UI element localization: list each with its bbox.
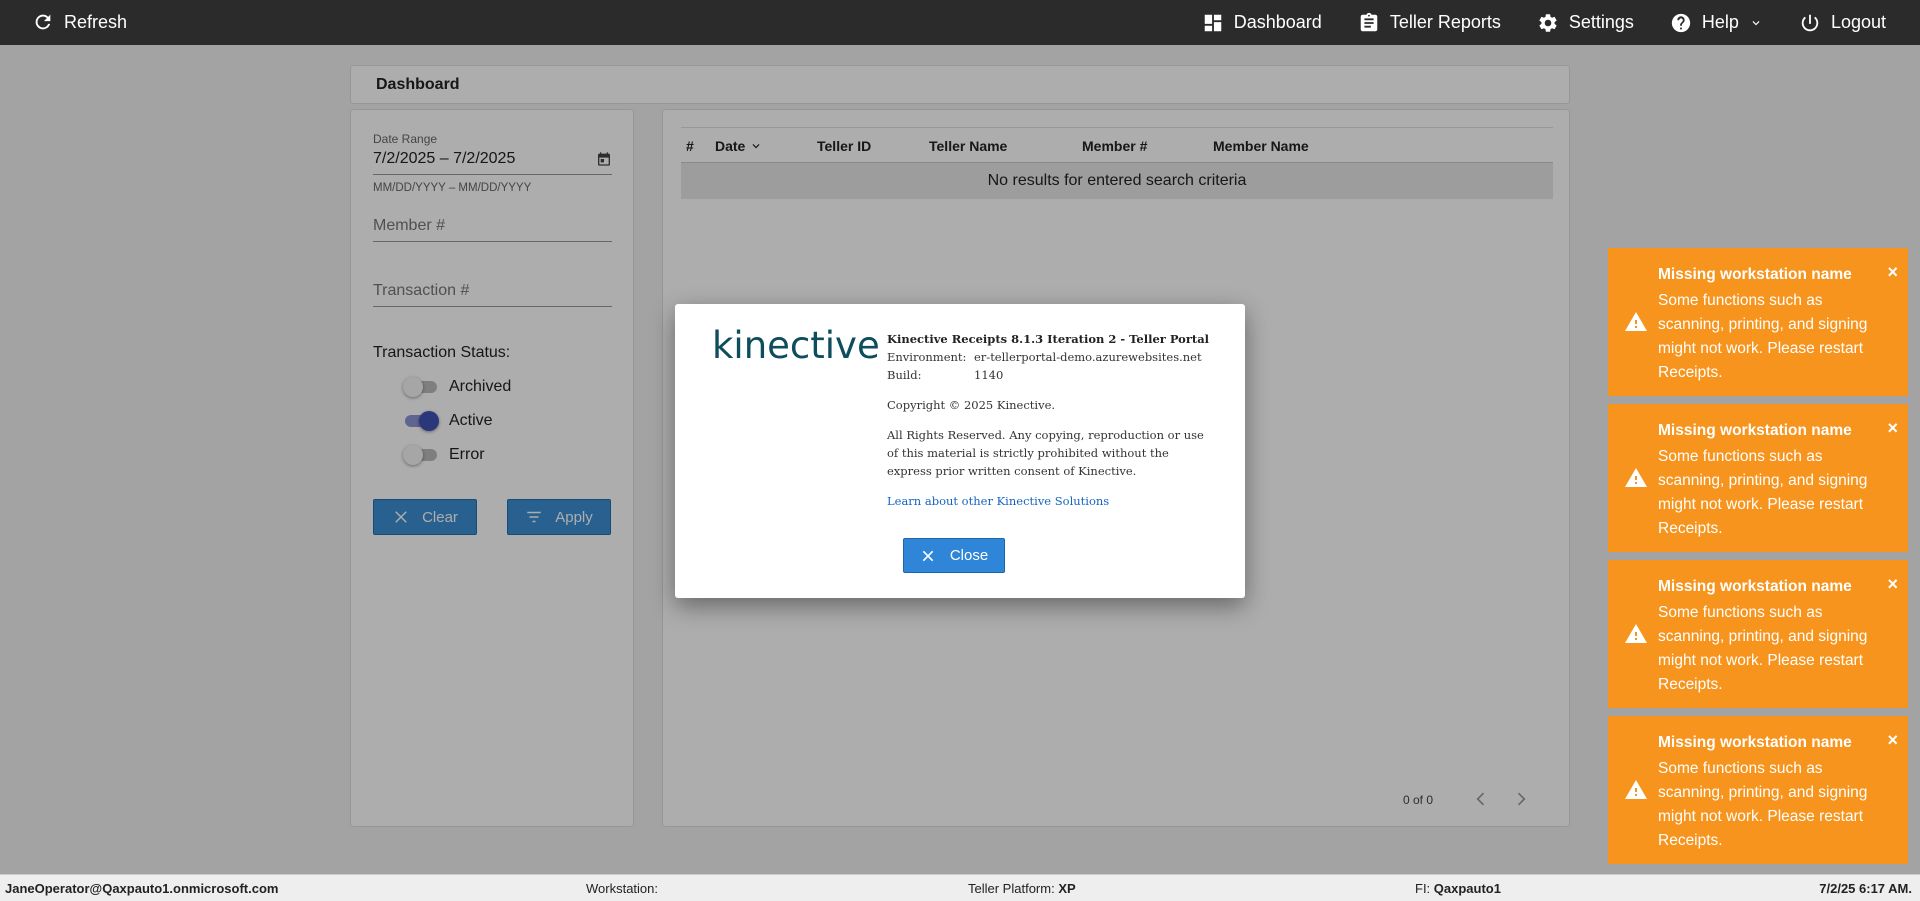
warning-toast: Missing workstation name Some functions …: [1608, 248, 1908, 396]
fi-value: Qaxpauto1: [1433, 881, 1501, 896]
build-row: Build: 1140: [887, 366, 1217, 384]
warning-icon: [1624, 310, 1648, 334]
nav-logout-label: Logout: [1830, 12, 1886, 32]
clipboard-icon: [1360, 12, 1378, 31]
nav-teller-reports[interactable]: Teller Reports: [1358, 12, 1501, 34]
warning-toast: Missing workstation name Some functions …: [1608, 404, 1908, 552]
toast-title: Missing workstation name: [1658, 266, 1852, 283]
nav-dashboard-label: Dashboard: [1233, 12, 1322, 32]
refresh-label: Refresh: [64, 11, 128, 32]
toast-close-button[interactable]: ×: [1887, 418, 1898, 439]
learn-more-link[interactable]: Learn about other Kinective Solutions: [887, 492, 1217, 510]
copyright-text: Copyright © 2025 Kinective.: [887, 398, 1056, 412]
toast-message: Some functions such as scanning, printin…: [1658, 448, 1868, 537]
nav-dashboard[interactable]: Dashboard: [1202, 12, 1322, 34]
top-nav: Dashboard Teller Reports Settings Help L…: [1202, 0, 1920, 45]
signed-in-user: JaneOperator@Qaxpauto1.onmicrosoft.com: [5, 881, 279, 896]
product-title: Kinective Receipts 8.1.3 Iteration 2 - T…: [887, 332, 1210, 346]
build-label: Build:: [887, 368, 922, 382]
toast-close-button[interactable]: ×: [1887, 730, 1898, 751]
nav-settings[interactable]: Settings: [1537, 12, 1634, 34]
close-dialog-label: Close: [949, 547, 989, 564]
warning-icon: [1624, 466, 1648, 490]
build-value: 1140: [974, 368, 1004, 382]
nav-logout[interactable]: Logout: [1799, 12, 1886, 34]
toast-title: Missing workstation name: [1658, 734, 1852, 751]
kinective-logo: kinective: [712, 324, 880, 367]
close-dialog-button[interactable]: Close: [903, 538, 1005, 573]
close-icon: [922, 550, 934, 561]
about-info: Kinective Receipts 8.1.3 Iteration 2 - T…: [887, 330, 1217, 510]
refresh-button[interactable]: Refresh: [32, 11, 127, 33]
teller-platform-label: Teller Platform:: [968, 881, 1055, 896]
teller-platform: Teller Platform: XP: [968, 881, 1076, 896]
about-dialog: kinective Kinective Receipts 8.1.3 Itera…: [675, 304, 1245, 598]
toast-title: Missing workstation name: [1658, 422, 1852, 439]
warning-toast: Missing workstation name Some functions …: [1608, 560, 1908, 708]
nav-help-label: Help: [1701, 12, 1739, 32]
power-icon: [1801, 14, 1819, 31]
workstation-label: Workstation:: [586, 881, 659, 896]
help-icon: [1671, 13, 1691, 32]
refresh-icon: [35, 14, 51, 30]
toast-close-button[interactable]: ×: [1887, 574, 1898, 595]
dashboard-icon: [1204, 14, 1221, 31]
toast-message: Some functions such as scanning, printin…: [1658, 292, 1868, 381]
environment-value: er-tellerportal-demo.azurewebsites.net: [974, 350, 1202, 364]
rights-text: All Rights Reserved. Any copying, reprod…: [887, 428, 1204, 478]
warning-icon: [1624, 622, 1648, 646]
gear-icon: [1539, 13, 1557, 32]
status-datetime: 7/2/25 6:17 AM.: [1819, 881, 1912, 896]
financial-institution: FI: Qaxpauto1: [1415, 881, 1501, 896]
status-bar: JaneOperator@Qaxpauto1.onmicrosoft.com W…: [0, 874, 1920, 901]
top-navbar: Refresh Dashboard Teller Reports Setting…: [0, 0, 1920, 45]
environment-row: Environment: er-tellerportal-demo.azurew…: [887, 348, 1217, 366]
warning-icon: [1624, 778, 1648, 802]
toast-message: Some functions such as scanning, printin…: [1658, 760, 1868, 849]
toast-close-button[interactable]: ×: [1887, 262, 1898, 283]
environment-label: Environment:: [887, 350, 967, 364]
nav-help[interactable]: Help: [1670, 12, 1763, 34]
toast-title: Missing workstation name: [1658, 578, 1852, 595]
chevron-down-icon: [1752, 20, 1760, 25]
toast-message: Some functions such as scanning, printin…: [1658, 604, 1868, 693]
teller-platform-value: XP: [1058, 881, 1076, 896]
warning-toast: Missing workstation name Some functions …: [1608, 716, 1908, 864]
fi-label: FI:: [1415, 881, 1431, 896]
nav-settings-label: Settings: [1568, 12, 1634, 32]
nav-teller-reports-label: Teller Reports: [1389, 12, 1501, 32]
